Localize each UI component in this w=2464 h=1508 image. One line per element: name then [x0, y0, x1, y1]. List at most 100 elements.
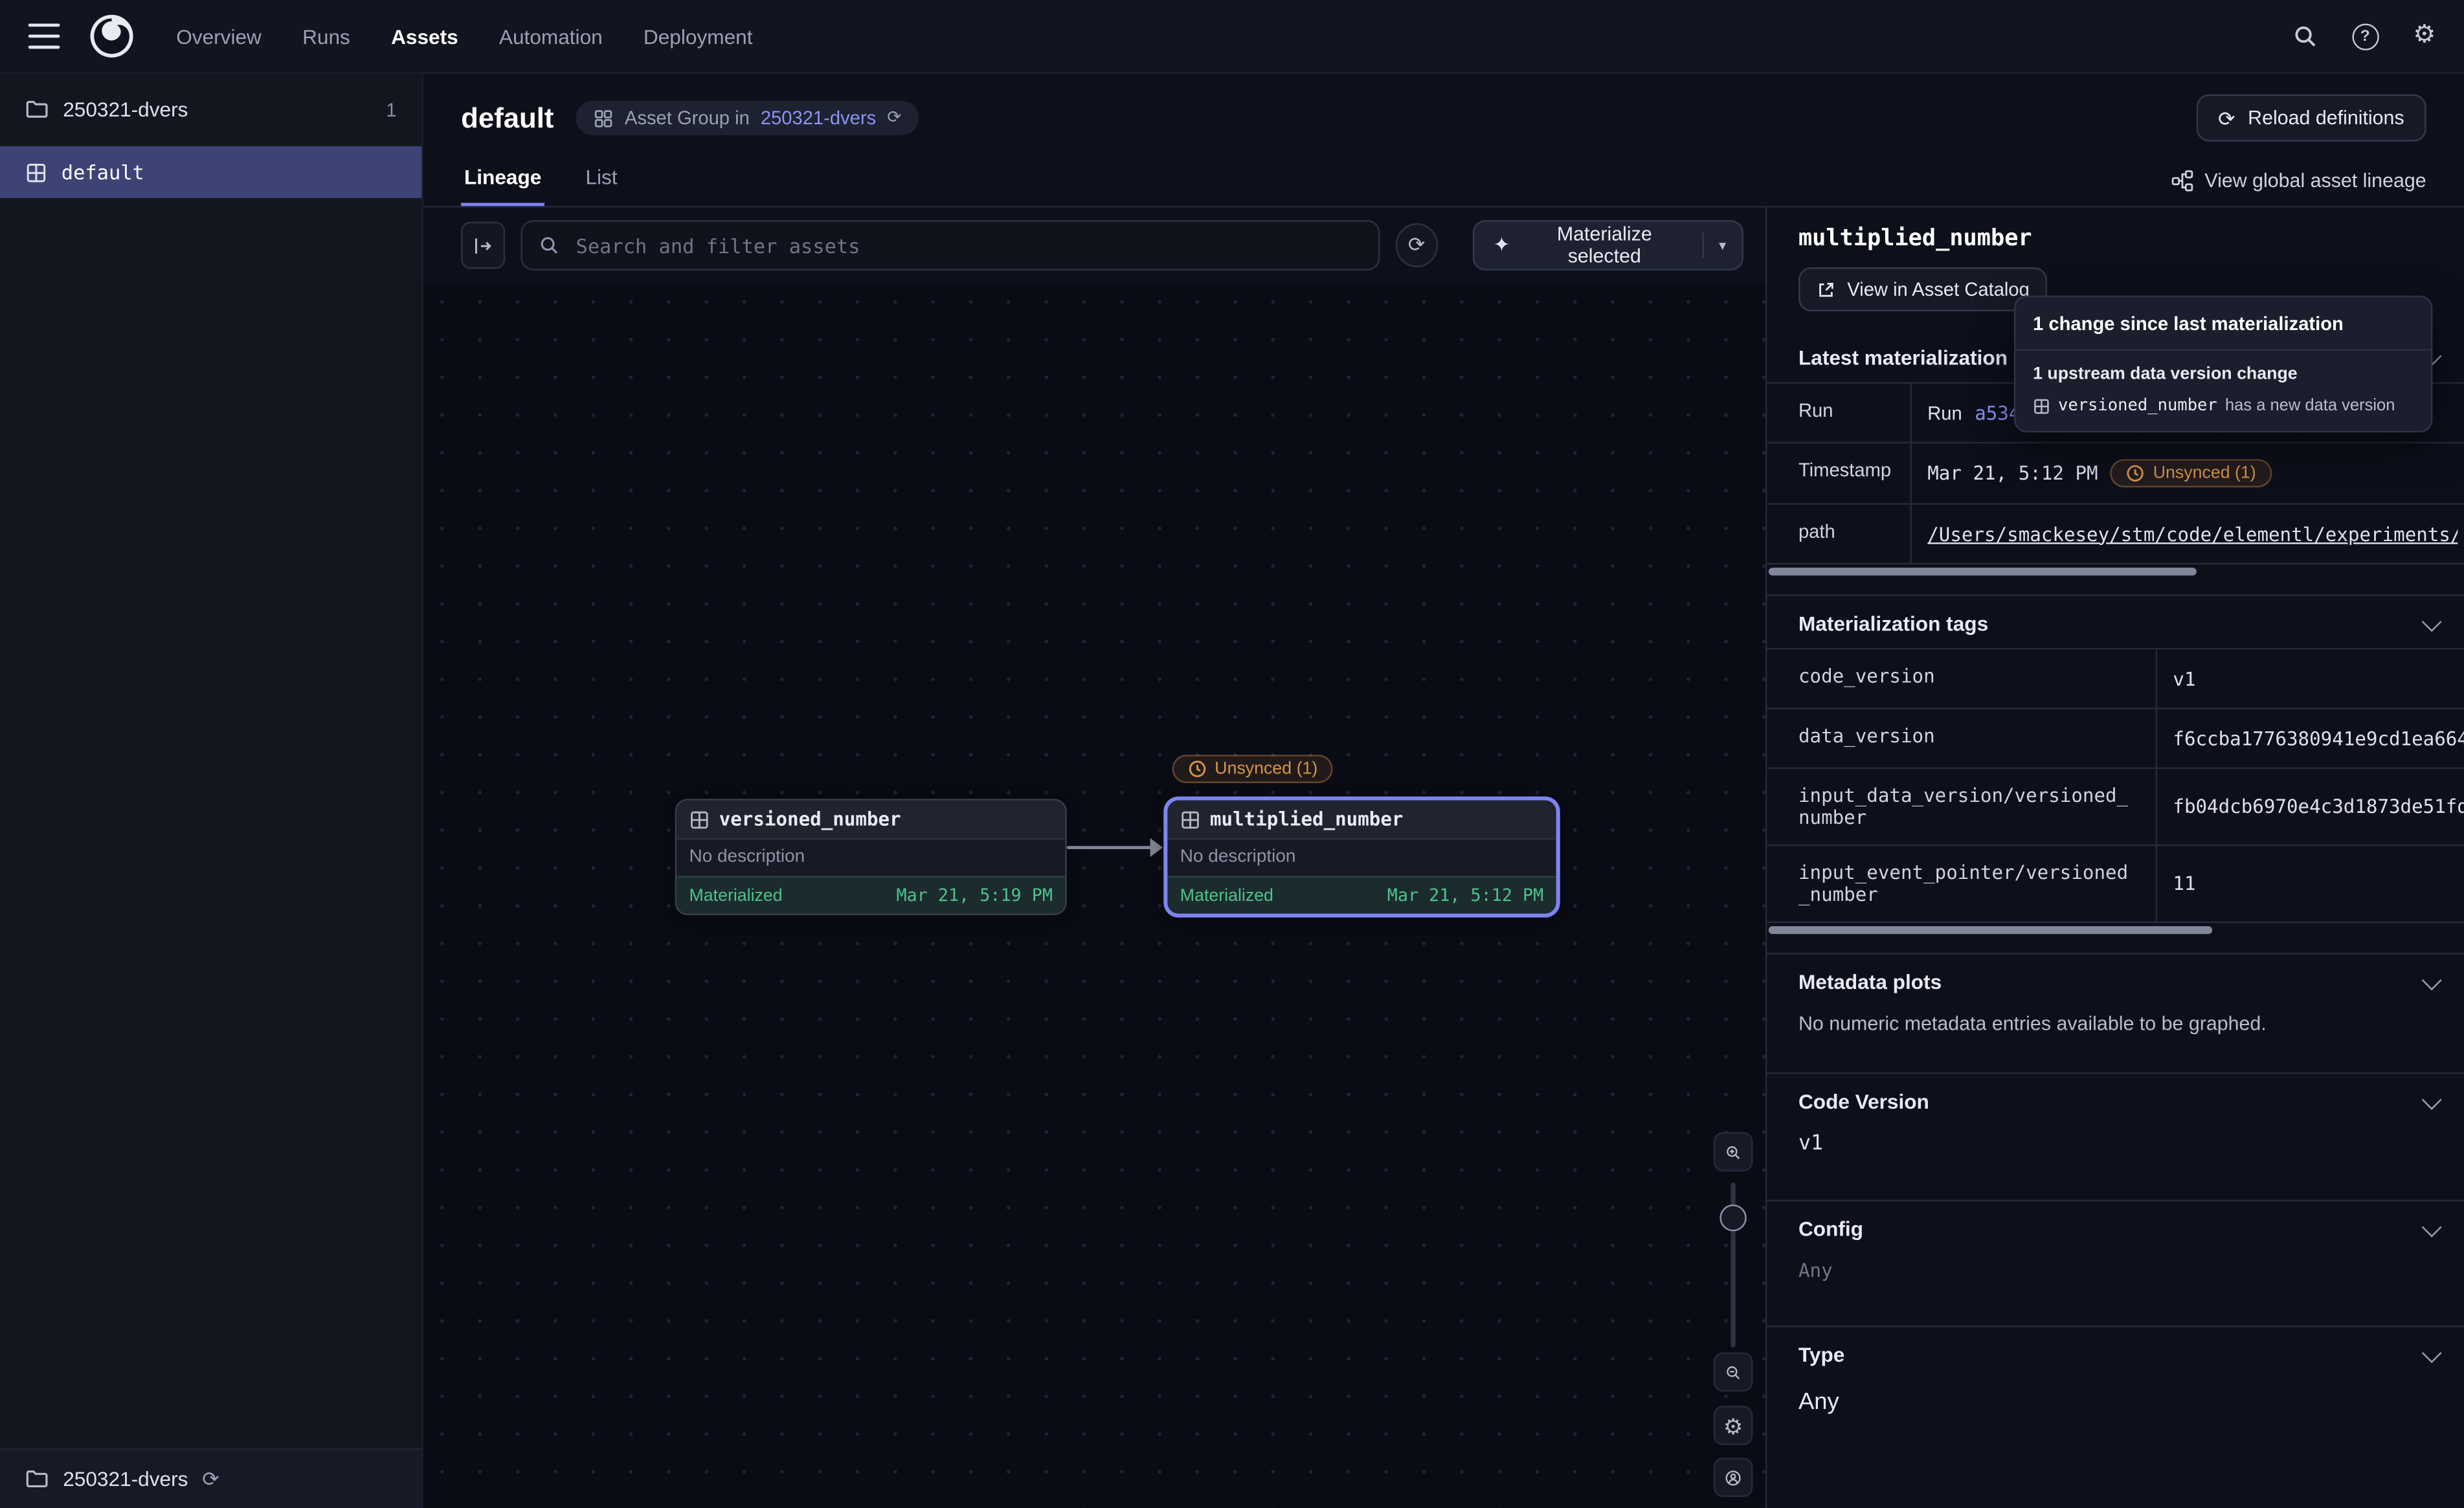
popup-asset-name[interactable]: versioned_number [2058, 396, 2217, 415]
zoom-slider-handle[interactable] [1719, 1204, 1746, 1231]
table-row: input_event_pointer/versioned_number 11 [1767, 845, 2464, 922]
tag-value: fb04dcb6970e4c3d1873de51fd5a5 [2173, 795, 2464, 817]
tag-value: 11 [2173, 872, 2195, 894]
nav-deployment[interactable]: Deployment [644, 25, 753, 48]
nav-assets[interactable]: Assets [391, 25, 458, 48]
panel-asset-title: multiplied_number [1798, 227, 2432, 252]
tabs-row: Lineage List View global asset lineage [423, 153, 2464, 208]
reload-label: Reload definitions [2248, 107, 2404, 129]
path-link[interactable]: /Users/smackesey/stm/code/elementl/exper… [1927, 523, 2458, 545]
graph-settings-button[interactable]: ⚙ [1714, 1406, 1753, 1445]
search-icon[interactable] [2292, 23, 2317, 49]
view-global-lineage-link[interactable]: View global asset lineage [2171, 170, 2426, 206]
refresh-icon: ⟳ [2218, 107, 2235, 128]
nav-overview[interactable]: Overview [176, 25, 262, 48]
person-icon [1725, 1467, 1742, 1489]
menu-button[interactable] [28, 23, 60, 49]
lineage-edge [1067, 846, 1152, 849]
tag-key: data_version [1767, 709, 2157, 768]
chevron-down-icon[interactable] [2422, 1342, 2442, 1362]
zoom-in-icon [1725, 1141, 1742, 1163]
chevron-down-icon[interactable]: ▾ [1719, 237, 1726, 254]
section-heading: Materialization tags [1798, 612, 1988, 635]
sync-icon[interactable]: ⟳ [202, 1469, 219, 1489]
chevron-down-icon[interactable] [2422, 1089, 2442, 1109]
asset-node-versioned-number[interactable]: versioned_number No description Material… [675, 799, 1067, 915]
asset-search-box [521, 220, 1379, 271]
chevron-down-icon[interactable] [2422, 970, 2442, 990]
asset-node-multiplied-number[interactable]: multiplied_number No description Materia… [1166, 799, 1558, 915]
zoom-in-button[interactable] [1714, 1132, 1753, 1171]
sidebar-group-row[interactable]: 250321-dvers 1 [0, 74, 421, 133]
sidebar-item-default[interactable]: default [0, 146, 421, 198]
lineage-area: ⟳ ✦ Materialize selected ▾ [423, 208, 1765, 1508]
node-timestamp: Mar 21, 5:12 PM [1387, 885, 1543, 906]
node-title: versioned_number [719, 808, 901, 830]
horizontal-scrollbar[interactable] [1769, 926, 2212, 934]
external-link-icon [1816, 279, 1837, 300]
materialize-icon: ✦ [1493, 233, 1510, 258]
unsynced-badge[interactable]: Unsynced (1) [2111, 459, 2272, 487]
clock-icon [1188, 759, 1207, 778]
collapse-panel-icon [472, 234, 494, 257]
page-header: default Asset Group in 250321-dvers ⟳ ⟳ … [423, 74, 2464, 152]
focus-selection-button[interactable] [1714, 1458, 1753, 1497]
sidebar-group-name: 250321-dvers [63, 98, 188, 121]
folder-icon [25, 1467, 49, 1491]
section-heading: Config [1798, 1217, 1863, 1241]
badge-group-link[interactable]: 250321-dvers [761, 107, 876, 129]
global-link-label: View global asset lineage [2204, 170, 2426, 192]
chevron-down-icon[interactable] [2422, 611, 2442, 631]
row-label: path [1767, 505, 1912, 563]
section-heading: Type [1798, 1343, 1844, 1366]
zoom-out-icon [1725, 1361, 1742, 1383]
section-code-version: Code Version v1 [1767, 1072, 2464, 1184]
tag-key: input_data_version/versioned_number [1767, 769, 2157, 845]
view-in-asset-catalog-button[interactable]: View in Asset Catalog [1798, 267, 2047, 311]
table-row: Timestamp Mar 21, 5:12 PM Unsynced (1) [1767, 442, 2464, 504]
zoom-out-button[interactable] [1714, 1352, 1753, 1392]
materialization-tags-table: code_version v1 data_version f6ccba17763… [1767, 648, 2464, 923]
lineage-canvas[interactable]: Unsynced (1) versioned_number No descrip… [423, 283, 1765, 1508]
popup-subtitle: 1 upstream data version change [2033, 365, 2414, 384]
collapse-panel-button[interactable] [461, 222, 505, 269]
metadata-empty-text: No numeric metadata entries available to… [1798, 1013, 2432, 1035]
refresh-graph-button[interactable]: ⟳ [1395, 223, 1439, 267]
tab-list[interactable]: List [583, 156, 621, 206]
tag-value: v1 [2173, 667, 2195, 689]
dagster-logo[interactable] [88, 12, 135, 60]
section-heading: Latest materialization [1798, 346, 2008, 370]
run-prefix: Run [1927, 402, 1962, 424]
nav-automation[interactable]: Automation [499, 25, 603, 48]
sidebar-footer[interactable]: 250321-dvers ⟳ [0, 1448, 421, 1508]
materialize-label: Materialize selected [1523, 223, 1686, 267]
asset-table-icon [2033, 397, 2050, 414]
gear-icon[interactable]: ⚙ [2413, 23, 2436, 49]
unsynced-badge[interactable]: Unsynced (1) [1172, 755, 1334, 786]
node-timestamp: Mar 21, 5:19 PM [896, 885, 1052, 906]
section-heading: Metadata plots [1798, 970, 1942, 993]
sidebar-group-count: 1 [386, 98, 396, 120]
table-row: input_data_version/versioned_number fb04… [1767, 768, 2464, 845]
help-icon[interactable]: ? [2352, 23, 2379, 49]
asset-group-badge[interactable]: Asset Group in 250321-dvers ⟳ [576, 100, 919, 135]
code-version-value: v1 [1798, 1132, 2432, 1155]
gear-icon: ⚙ [1723, 1414, 1743, 1436]
change-popup: 1 change since last materialization 1 up… [2014, 296, 2432, 432]
table-row: data_version f6ccba1776380941e9cd1ea6648… [1767, 707, 2464, 767]
reload-definitions-button[interactable]: ⟳ Reload definitions [2196, 94, 2426, 142]
button-divider [1702, 233, 1703, 258]
asset-group-icon [593, 107, 614, 128]
section-type: Type Any [1767, 1325, 2464, 1443]
tag-key: input_event_pointer/versioned_number [1767, 846, 2157, 922]
node-status: Materialized [1180, 886, 1273, 905]
chevron-down-icon[interactable] [2422, 1217, 2442, 1237]
section-metadata-plots: Metadata plots No numeric metadata entri… [1767, 953, 2464, 1056]
search-input[interactable] [573, 232, 1362, 258]
horizontal-scrollbar[interactable] [1769, 568, 2197, 575]
materialize-selected-button[interactable]: ✦ Materialize selected ▾ [1473, 220, 1743, 271]
nav-runs[interactable]: Runs [302, 25, 350, 48]
tab-lineage[interactable]: Lineage [461, 156, 544, 206]
search-icon [538, 234, 560, 256]
section-heading: Code Version [1798, 1090, 1929, 1113]
